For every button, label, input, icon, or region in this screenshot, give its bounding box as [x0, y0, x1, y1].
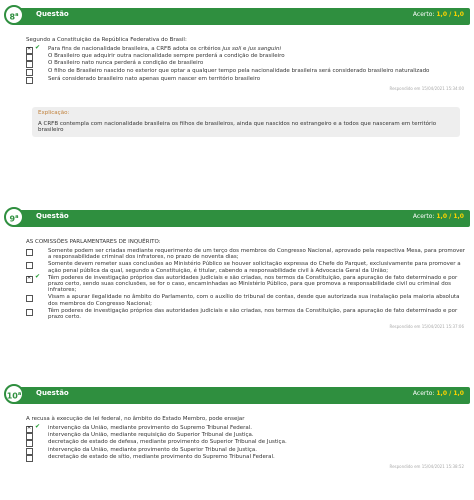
question-number-badge: 10a	[4, 384, 24, 404]
question-number-badge: 9a	[4, 207, 24, 227]
options-list: ✔ Para fins de nacionalidade brasileira,…	[26, 44, 470, 84]
option-b[interactable]: intervenção da União, mediante requisiçã…	[26, 432, 470, 441]
option-a[interactable]: ✔ Para fins de nacionalidade brasileira,…	[26, 44, 470, 54]
option-text: O Brasileiro nato nunca perderá a condiç…	[48, 60, 204, 67]
question-label: Questão	[36, 10, 69, 18]
option-d[interactable]: O filho de Brasileiro nascido no exterio…	[26, 67, 470, 76]
question-9: 9a Questão Acerto: 1,0 / 1,0 AS COMISSÕE…	[4, 207, 470, 330]
checkbox[interactable]	[26, 275, 33, 283]
question-label: Questão	[36, 389, 69, 397]
checkbox[interactable]	[26, 68, 33, 76]
answered-timestamp: Respondido em 15/04/2021 15:34:00	[389, 86, 465, 92]
option-c[interactable]: O Brasileiro nato nunca perderá a condiç…	[26, 60, 470, 69]
question-8: 8a Questão Acerto: 1,0 / 1,0 Segundo a C…	[4, 5, 470, 138]
correct-check-icon: ✔	[35, 44, 41, 51]
score: Acerto: 1,0 / 1,0	[412, 390, 464, 397]
question-header: 9a Questão Acerto: 1,0 / 1,0	[4, 207, 470, 227]
option-text: decretação de estado de sítio, mediante …	[48, 453, 275, 460]
option-c[interactable]: decretação de estado de defesa, mediante…	[26, 439, 470, 448]
question-prompt: Segundo a Constituição da República Fede…	[26, 37, 187, 43]
checkbox[interactable]	[26, 454, 33, 462]
question-prompt: A recusa à execução de lei federal, no â…	[26, 416, 245, 422]
option-text: Somente devem remeter suas conclusões ao…	[48, 261, 461, 274]
option-c[interactable]: ✔ Têm poderes de investigação próprios da…	[26, 272, 470, 294]
option-text: intervenção da União, mediante proviment…	[48, 425, 253, 431]
checkbox[interactable]	[26, 76, 33, 84]
answered-timestamp: Respondido em 15/04/2021 15:38:52	[389, 464, 465, 470]
checkbox[interactable]	[26, 295, 33, 303]
option-text: Somente podem ser criadas mediante reque…	[48, 248, 466, 261]
options-list: Somente podem ser criadas mediante reque…	[26, 248, 470, 320]
correct-check-icon: ✔	[35, 423, 41, 430]
option-e[interactable]: Têm poderes de investigação próprios das…	[26, 308, 470, 320]
explanation-title: Explicação:	[38, 110, 70, 117]
option-d[interactable]: Visam a apurar ilegalidade no âmbito do …	[26, 294, 470, 307]
option-a[interactable]: Somente podem ser criadas mediante reque…	[26, 248, 470, 260]
option-text: O filho de Brasileiro nascido no exterio…	[48, 67, 430, 74]
options-list: ✔ intervenção da União, mediante provimen…	[26, 423, 470, 462]
checkbox[interactable]	[26, 262, 33, 270]
option-text: Para fins de nacionalidade brasileira, a…	[48, 46, 282, 52]
option-text: decretação de estado de defesa, mediante…	[48, 439, 287, 446]
option-d[interactable]: intervenção da União, mediante proviment…	[26, 446, 470, 455]
option-text: O Brasileiro que adquirir outra nacional…	[48, 53, 285, 60]
option-text: Têm poderes de investigação próprios das…	[48, 307, 458, 321]
checkbox[interactable]	[26, 308, 33, 316]
option-b[interactable]: O Brasileiro que adquirir outra nacional…	[26, 53, 470, 62]
score: Acerto: 1,0 / 1,0	[412, 213, 464, 220]
question-header: 10a Questão Acerto: 1,0 / 1,0	[4, 384, 470, 404]
answered-timestamp: Respondido em 15/04/2021 15:37:06	[389, 324, 465, 330]
question-number-badge: 8a	[4, 5, 24, 25]
correct-check-icon: ✔	[35, 272, 41, 280]
option-text: intervenção da União, mediante requisiçã…	[48, 432, 254, 439]
score: Acerto: 1,0 / 1,0	[412, 11, 464, 18]
question-prompt: AS COMISSÕES PARLAMENTARES DE INQUÉRITO:	[26, 239, 161, 245]
option-e[interactable]: decretação de estado de sítio, mediante …	[26, 453, 470, 462]
option-e[interactable]: Será considerado brasileiro nato apenas …	[26, 75, 470, 84]
question-header: 8a Questão Acerto: 1,0 / 1,0	[4, 5, 470, 25]
explanation-text: A CRFB contempla com nacionalidade brasi…	[38, 121, 437, 134]
option-text: Visam a apurar ilegalidade no âmbito do …	[48, 294, 460, 307]
question-10: 10a Questão Acerto: 1,0 / 1,0 A recusa à…	[4, 384, 470, 470]
option-text: Será considerado brasileiro nato apenas …	[48, 75, 261, 82]
question-label: Questão	[36, 212, 69, 220]
option-b[interactable]: Somente devem remeter suas conclusões ao…	[26, 261, 470, 274]
checkbox[interactable]	[26, 249, 33, 256]
explanation-box: Explicação: A CRFB contempla com naciona…	[32, 107, 460, 138]
option-text: Têm poderes de investigação próprios das…	[48, 274, 458, 294]
option-text: intervenção da União, mediante proviment…	[48, 446, 258, 453]
option-a[interactable]: ✔ intervenção da União, mediante provimen…	[26, 423, 470, 433]
